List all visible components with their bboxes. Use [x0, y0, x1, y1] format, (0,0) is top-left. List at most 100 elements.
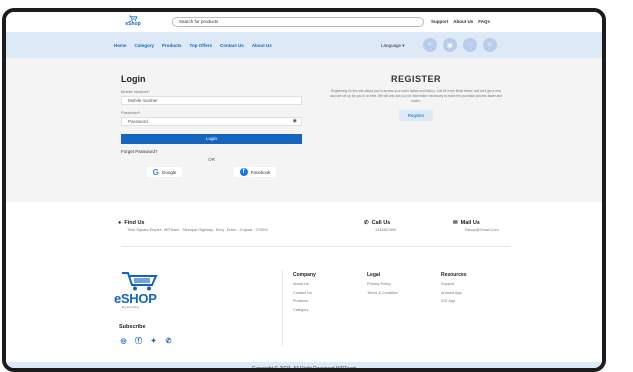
nav-bar: Home Category Products Top Offers Contac…: [6, 32, 602, 58]
nav-icons: < ▣ ♡ ☺: [423, 38, 497, 52]
google-icon: G: [152, 167, 159, 177]
nav-contact[interactable]: Contact Us: [220, 43, 244, 48]
footer-link[interactable]: Privacy Policy: [367, 282, 398, 286]
login-panel: Login Mobile Number* Mobile number Passw…: [121, 74, 306, 177]
twitter-icon[interactable]: ✦: [149, 336, 158, 345]
mail-icon: ✉: [453, 220, 458, 226]
mobile-label-text: Mobile Number: [121, 89, 149, 94]
facebook-label: Facebook: [250, 169, 271, 175]
user-icon[interactable]: ☺: [483, 38, 497, 52]
footer-col-title: Company: [293, 272, 316, 278]
register-panel: REGISTER Registering for this site allow…: [326, 74, 506, 121]
call-us-label: Call Us: [371, 220, 391, 226]
mail-us: ✉ Mail Us Eshop@Gmail.Com: [453, 220, 499, 232]
footer-col-resources: Resources Support Android App IOS App: [441, 272, 467, 308]
login-title: Login: [121, 74, 146, 84]
footer-link[interactable]: Products: [293, 299, 316, 303]
find-us-address: Time Square Empire, WRTeam , Mirzapar Hi…: [127, 228, 269, 232]
footer-col-title: Resources: [441, 272, 467, 278]
nav-products[interactable]: Products: [162, 43, 182, 48]
required-mark: *: [138, 110, 141, 115]
copyright-bar: Copyright © 2023, All Right Reserved WRT…: [6, 362, 602, 368]
google-login-button[interactable]: G Google: [146, 167, 183, 177]
footer-logo[interactable]: eSHOP Buy Everything: [114, 269, 166, 314]
find-us-title: ● Find Us: [118, 220, 268, 226]
call-us: ✆ Call Us 1234567890: [364, 220, 396, 232]
footer-link[interactable]: Support: [441, 282, 467, 286]
mobile-label: Mobile Number*: [121, 89, 306, 94]
about-link[interactable]: About Us: [453, 19, 473, 24]
forgot-password-link[interactable]: Forget Password?: [121, 149, 306, 154]
subscribe-title: Subscribe: [119, 324, 146, 330]
footer-logo-text: eSHOP: [114, 291, 157, 306]
search-input[interactable]: Search for products: [172, 17, 424, 27]
social-login: G Google f Facebook: [121, 167, 302, 177]
nav-category[interactable]: Category: [135, 43, 155, 48]
footer-divider: [282, 270, 283, 346]
mail-us-title: ✉ Mail Us: [453, 220, 499, 226]
find-us-label: Find Us: [124, 220, 145, 226]
cart-icon[interactable]: ▣: [443, 38, 457, 52]
password-label-text: Password: [121, 110, 139, 115]
register-button[interactable]: Register: [398, 110, 434, 121]
mobile-placeholder: Mobile number: [128, 98, 158, 103]
footer: eSHOP Buy Everything Subscribe ◎ ⓕ ✦ ✆ C…: [6, 252, 602, 362]
eye-icon[interactable]: ◉: [293, 118, 297, 125]
footer-link[interactable]: IOS App: [441, 299, 467, 303]
divider: [121, 246, 511, 247]
phone-icon: ✆: [364, 220, 369, 226]
footer-link[interactable]: Category: [293, 308, 316, 312]
contact-info: ● Find Us Time Square Empire, WRTeam , Mi…: [6, 202, 602, 252]
nav-home[interactable]: Home: [114, 43, 127, 48]
google-label: Google: [161, 169, 177, 175]
nav-top-offers[interactable]: Top Offers: [190, 43, 212, 48]
facebook-icon: f: [239, 168, 248, 176]
nav-links: Home Category Products Top Offers Contac…: [114, 43, 272, 48]
footer-link[interactable]: About Us: [293, 282, 316, 286]
cart-logo-icon: [129, 15, 138, 21]
facebook-login-button[interactable]: f Facebook: [233, 167, 277, 177]
language-select[interactable]: Language ▾: [381, 43, 405, 49]
cart-logo-icon: [122, 272, 158, 291]
auth-section: Login Mobile Number* Mobile number Passw…: [6, 58, 602, 202]
top-links: Support About Us FAQs: [431, 19, 490, 24]
login-button[interactable]: Login: [121, 134, 302, 144]
footer-link[interactable]: Android App: [441, 291, 467, 295]
screen: eShop Search for products Support About …: [6, 12, 602, 368]
social-icons: ◎ ⓕ ✦ ✆: [119, 336, 173, 345]
language-label: Language: [381, 43, 402, 48]
nav-about[interactable]: About Us: [252, 43, 272, 48]
chevron-down-icon: ▾: [402, 43, 405, 48]
mail-us-label: Mail Us: [460, 220, 480, 226]
password-placeholder: Password: [128, 119, 148, 124]
support-link[interactable]: Support: [431, 19, 448, 24]
call-us-number[interactable]: 1234567890: [375, 228, 396, 232]
header-logo[interactable]: eShop: [121, 15, 145, 29]
instagram-icon[interactable]: ◎: [119, 336, 128, 345]
share-icon[interactable]: <: [423, 38, 437, 52]
find-us: ● Find Us Time Square Empire, WRTeam , Mi…: [118, 220, 268, 232]
heart-icon[interactable]: ♡: [463, 38, 477, 52]
password-label: Password*: [121, 110, 306, 115]
register-text: Registering for this site allows you to …: [330, 89, 502, 103]
facebook-icon[interactable]: ⓕ: [134, 336, 143, 345]
call-us-title: ✆ Call Us: [364, 220, 396, 226]
footer-col-company: Company About Us Contact Us Products Cat…: [293, 272, 316, 316]
required-mark: *: [148, 89, 150, 94]
device-frame: eShop Search for products Support About …: [2, 8, 606, 372]
password-input[interactable]: Password ◉: [121, 117, 302, 126]
location-pin-icon: ●: [118, 220, 122, 226]
footer-link[interactable]: Terms & Condition: [367, 291, 398, 295]
top-header: eShop Search for products Support About …: [6, 12, 602, 32]
footer-col-title: Legal: [367, 272, 381, 278]
footer-col-legal: Legal Privacy Policy Terms & Condition: [367, 272, 398, 299]
register-title: REGISTER: [390, 74, 441, 84]
header-logo-text: eShop: [125, 21, 141, 27]
mail-us-address[interactable]: Eshop@Gmail.Com: [465, 228, 499, 232]
or-divider: OR: [208, 157, 215, 162]
footer-link[interactable]: Contact Us: [293, 291, 316, 295]
footer-logo-tagline: Buy Everything: [122, 306, 139, 309]
mobile-input[interactable]: Mobile number: [121, 96, 302, 105]
faqs-link[interactable]: FAQs: [478, 19, 490, 24]
whatsapp-icon[interactable]: ✆: [164, 336, 173, 345]
